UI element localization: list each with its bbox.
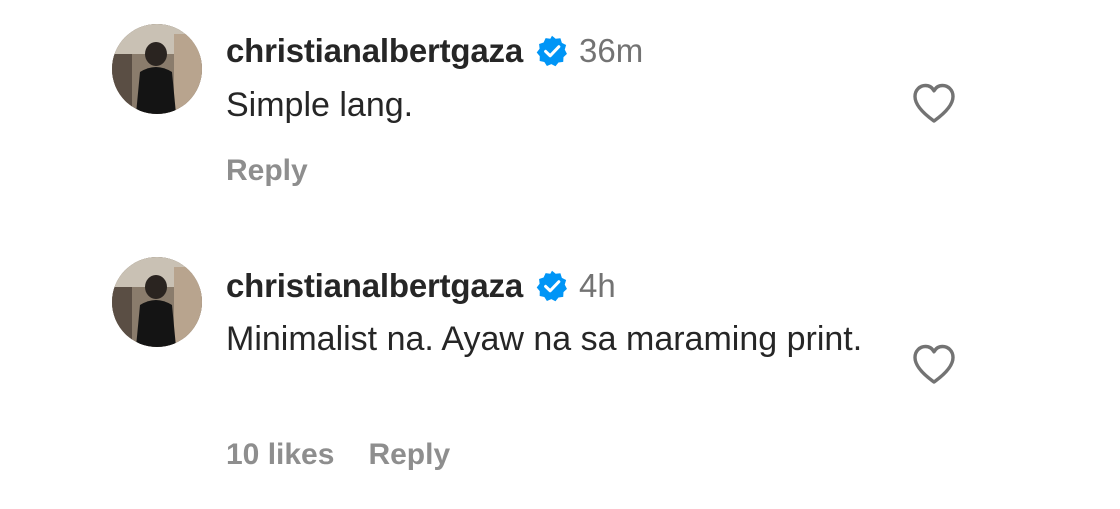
comment-text: Minimalist na. Ayaw na sa maraming print… (226, 320, 863, 358)
comment-header: christianalbertgaza 4h (226, 267, 616, 305)
comment-timestamp[interactable]: 4h (579, 267, 616, 305)
comment-timestamp[interactable]: 36m (579, 32, 643, 70)
likes-count-button[interactable]: 10 likes (226, 438, 334, 472)
verified-badge-icon (535, 269, 569, 303)
comment-text: Simple lang. (226, 86, 414, 124)
comment-item: christianalbertgaza 4h Minimalist na. Ay… (0, 232, 1120, 509)
comment-actions: Reply (226, 154, 308, 188)
verified-badge-icon (535, 34, 569, 68)
avatar-photo-icon (112, 24, 202, 114)
heart-outline-icon (913, 83, 955, 123)
comment-actions: 10 likes Reply (226, 438, 450, 472)
avatar-photo-icon (112, 257, 202, 347)
avatar[interactable] (112, 24, 202, 114)
heart-outline-icon (913, 344, 955, 384)
reply-button[interactable]: Reply (226, 154, 308, 188)
like-button[interactable] (910, 81, 958, 125)
like-button[interactable] (910, 342, 958, 386)
reply-button[interactable]: Reply (368, 438, 450, 472)
comment-item: christianalbertgaza 36m Simple lang. Rep… (0, 0, 1120, 230)
comment-header: christianalbertgaza 36m (226, 32, 643, 70)
username-link[interactable]: christianalbertgaza (226, 267, 523, 305)
avatar[interactable] (112, 257, 202, 347)
username-link[interactable]: christianalbertgaza (226, 32, 523, 70)
